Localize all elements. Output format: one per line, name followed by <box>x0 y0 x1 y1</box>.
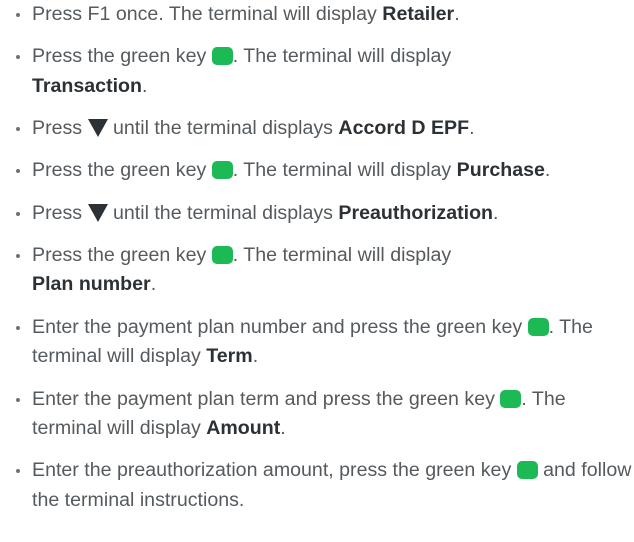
step-text: Press <box>32 201 88 224</box>
display-text: Amount <box>206 417 281 440</box>
step-text: . The terminal will display <box>232 45 452 68</box>
step-text: . <box>141 74 148 97</box>
step-text: . <box>280 417 286 440</box>
step-3: Press until the terminal displays Accord… <box>16 114 634 144</box>
step-9: Enter the preauthorization amount, press… <box>16 456 634 515</box>
step-text: . <box>544 159 551 182</box>
display-text: Retailer <box>382 3 455 25</box>
step-2: Press the green key . The terminal will … <box>16 42 634 101</box>
step-5: Press until the terminal displays Preaut… <box>16 199 634 229</box>
green-key-icon <box>211 245 233 264</box>
step-6: Press the green key . The terminal will … <box>16 241 634 300</box>
green-key-icon <box>500 389 522 408</box>
display-text: Plan number <box>32 273 151 296</box>
step-text: Enter the preauthorization amount, press… <box>32 459 517 482</box>
step-1: Press F1 once. The terminal will display… <box>16 0 634 30</box>
step-7: Enter the payment plan number and press … <box>16 313 634 372</box>
step-text: . The terminal will display <box>232 243 452 266</box>
step-text: Enter the payment plan number and press … <box>32 315 528 338</box>
step-text: . <box>493 201 499 224</box>
step-text: . <box>252 345 259 368</box>
step-text: . The terminal will display <box>232 159 457 182</box>
step-text: . <box>454 3 460 25</box>
down-arrow-icon <box>87 119 108 138</box>
green-key-icon <box>211 161 233 180</box>
green-key-icon <box>527 317 549 336</box>
display-text: Accord D EPF <box>338 117 470 140</box>
step-text: . <box>150 273 157 296</box>
green-key-icon <box>516 461 538 480</box>
step-text: . <box>469 117 475 140</box>
step-text: Press <box>32 117 88 140</box>
step-text: Enter the payment plan term and press th… <box>32 387 501 410</box>
display-text: Preauthorization <box>338 201 494 224</box>
step-text: until the terminal displays <box>107 117 339 140</box>
step-text: until the terminal displays <box>107 201 339 224</box>
display-text: Transaction <box>32 74 142 97</box>
green-key-icon <box>211 47 233 66</box>
display-text: Purchase <box>456 159 545 182</box>
step-text: Press F1 once. The terminal will display <box>32 3 383 25</box>
step-text: Press the green key <box>32 243 212 266</box>
step-text: Press the green key <box>32 45 212 68</box>
display-text: Term <box>206 345 253 368</box>
down-arrow-icon <box>87 203 108 222</box>
instruction-list: Press F1 once. The terminal will display… <box>0 0 634 515</box>
step-4: Press the green key . The terminal will … <box>16 156 634 186</box>
step-text: Press the green key <box>32 159 212 182</box>
step-8: Enter the payment plan term and press th… <box>16 385 634 444</box>
